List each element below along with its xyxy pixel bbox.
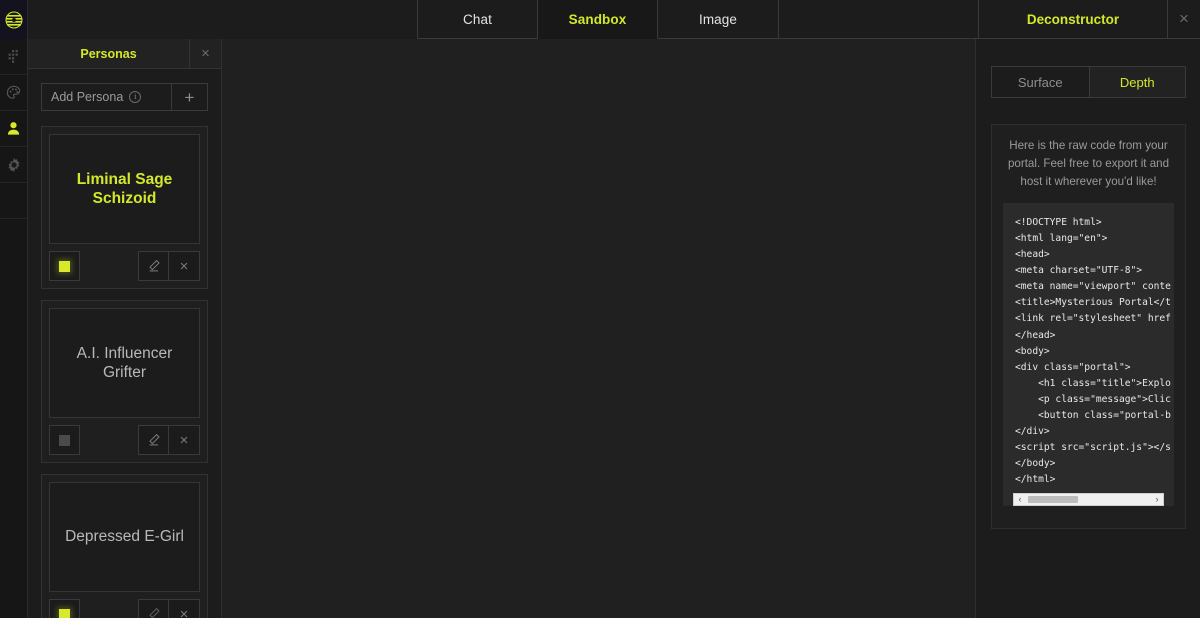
scroll-right-arrow-icon[interactable]: ›	[1151, 494, 1163, 505]
persona-card-actions: ×	[49, 425, 200, 455]
persona-delete-label: ×	[179, 605, 189, 618]
icon-rail	[0, 39, 28, 618]
sandbox-canvas[interactable]	[222, 39, 975, 618]
add-persona-placeholder: Add Persona	[51, 90, 124, 104]
persona-name: Depressed E-Girl	[65, 528, 184, 546]
deconstructor-body: Surface Depth Here is the raw code from …	[976, 39, 1200, 529]
pencil-icon	[148, 607, 160, 618]
code-line: </head>	[1015, 329, 1056, 341]
persona-toggle[interactable]	[49, 251, 80, 281]
persona-toggle-indicator	[59, 260, 70, 272]
persona-delete-button[interactable]: ×	[169, 425, 200, 455]
persona-name: Liminal Sage Schizoid	[76, 170, 173, 207]
pencil-icon	[148, 259, 160, 272]
deconstructor-panel: Surface Depth Here is the raw code from …	[975, 39, 1200, 618]
personas-panel: Personas × Add Persona i + Liminal Sage …	[28, 38, 222, 618]
persona-delete-label: ×	[179, 431, 189, 449]
tab-sandbox-label: Sandbox	[568, 11, 627, 27]
tab-chat[interactable]: Chat	[418, 0, 538, 39]
persona-card[interactable]: Liminal Sage Schizoid ×	[41, 126, 208, 289]
persona-card-actions: ×	[49, 599, 200, 618]
persona-edit-button[interactable]	[138, 425, 169, 455]
code-line: <div class="portal">	[1015, 361, 1131, 373]
striped-orb-logo-icon	[5, 11, 22, 28]
segment-depth[interactable]: Depth	[1088, 67, 1185, 97]
code-line: <meta name="viewport" conte	[1015, 281, 1171, 293]
add-persona-button[interactable]: +	[172, 84, 207, 110]
code-line: </body>	[1015, 458, 1056, 470]
code-line: <meta charset="UTF-8">	[1015, 265, 1143, 277]
code-line: <body>	[1015, 345, 1050, 357]
info-icon[interactable]: i	[129, 91, 142, 103]
rail-item-palette[interactable]	[0, 75, 27, 111]
tab-empty-slot[interactable]	[779, 0, 979, 39]
persona-name: A.I. Influencer Grifter	[76, 344, 173, 381]
persona-toggle[interactable]	[49, 425, 80, 455]
code-line: <!DOCTYPE html>	[1015, 216, 1102, 228]
rail-item-blank	[0, 183, 27, 219]
deconstructor-close-button[interactable]: ×	[1168, 0, 1200, 38]
persona-card[interactable]: Depressed E-Girl ×	[41, 474, 208, 618]
personas-body: Add Persona i + Liminal Sage Schizoid × …	[28, 69, 221, 618]
tabbar-left-spacer	[28, 0, 418, 39]
persona-card[interactable]: A.I. Influencer Grifter ×	[41, 300, 208, 463]
person-icon	[7, 122, 20, 135]
rail-item-dots-grid[interactable]	[0, 39, 27, 75]
persona-toggle-indicator	[59, 608, 70, 618]
persona-card-face: A.I. Influencer Grifter	[49, 308, 200, 418]
code-lines-container: <!DOCTYPE html> <html lang="en"> <head> …	[1003, 214, 1174, 485]
rail-item-personas[interactable]	[0, 111, 27, 147]
code-line: <link rel="stylesheet" href	[1015, 313, 1171, 325]
palette-icon	[6, 85, 20, 99]
scroll-left-arrow-icon[interactable]: ‹	[1014, 494, 1026, 505]
app-root: Chat Sandbox Image Deconstructor × Perso…	[0, 0, 1200, 618]
tab-chat-label: Chat	[463, 11, 492, 27]
add-persona-input[interactable]: Add Persona i	[42, 84, 172, 110]
code-line: <p class="message">Clic	[1015, 393, 1171, 405]
rail-item-settings[interactable]	[0, 147, 27, 183]
persona-edit-button[interactable]	[138, 599, 169, 618]
personas-title: Personas	[80, 46, 137, 61]
persona-card-face: Depressed E-Girl	[49, 482, 200, 592]
persona-delete-button[interactable]: ×	[169, 251, 200, 281]
persona-toggle[interactable]	[49, 599, 80, 618]
scrollbar-thumb[interactable]	[1028, 495, 1078, 503]
code-viewer[interactable]: <!DOCTYPE html> <html lang="en"> <head> …	[1003, 202, 1174, 506]
scrollbar-track[interactable]	[1026, 493, 1151, 506]
persona-edit-button[interactable]	[138, 251, 169, 281]
gear-icon	[8, 157, 19, 172]
code-line: <head>	[1015, 249, 1050, 261]
code-line: <h1 class="title">Explo	[1015, 377, 1171, 389]
persona-delete-label: ×	[179, 257, 189, 275]
code-line: <title>Mysterious Portal</t	[1015, 297, 1171, 309]
personas-close-button[interactable]: ×	[189, 38, 221, 69]
app-logo[interactable]	[0, 0, 28, 39]
tab-image-label: Image	[698, 11, 738, 27]
persona-card-face: Liminal Sage Schizoid	[49, 134, 200, 244]
view-mode-segmented-control: Surface Depth	[991, 66, 1186, 98]
persona-delete-button[interactable]: ×	[169, 599, 200, 618]
tab-image[interactable]: Image	[658, 0, 779, 39]
code-line: <script src="script.js"></s	[1015, 442, 1171, 454]
segment-surface[interactable]: Surface	[992, 67, 1089, 97]
pencil-icon	[148, 433, 160, 446]
tab-sandbox[interactable]: Sandbox	[538, 0, 658, 39]
persona-toggle-indicator	[59, 434, 70, 446]
grid-dots-icon	[8, 50, 18, 63]
personas-panel-header: Personas ×	[28, 38, 221, 69]
code-export-card: Here is the raw code from your portal. F…	[991, 124, 1186, 529]
code-line: <html lang="en">	[1015, 233, 1108, 244]
code-line: </html>	[1015, 474, 1056, 485]
persona-card-actions: ×	[49, 251, 200, 281]
deconstructor-title: Deconstructor	[979, 0, 1168, 38]
code-horizontal-scrollbar[interactable]: ‹ ›	[1013, 492, 1164, 506]
code-line: </div>	[1015, 426, 1050, 438]
add-persona-row: Add Persona i +	[41, 83, 208, 111]
code-line: <button class="portal-b	[1015, 410, 1171, 422]
deconstructor-header: Deconstructor ×	[979, 0, 1200, 39]
code-export-description: Here is the raw code from your portal. F…	[1007, 139, 1170, 188]
top-bar: Chat Sandbox Image Deconstructor ×	[0, 0, 1200, 39]
